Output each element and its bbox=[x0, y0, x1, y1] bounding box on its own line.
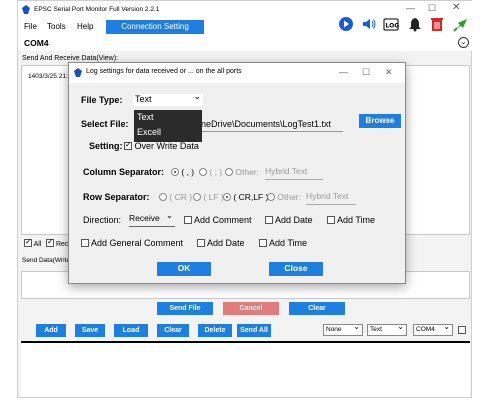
close-button[interactable]: Close bbox=[269, 262, 323, 276]
section-label-send-receive: Send And Receive Data(View): bbox=[22, 55, 118, 62]
add-time2-label: Add Time bbox=[269, 238, 308, 248]
row-separator-label: Row Separator: bbox=[83, 192, 150, 202]
format-select[interactable]: Text bbox=[367, 322, 407, 336]
chevron-down-icon[interactable]: ⌄ bbox=[458, 37, 469, 48]
add-time-label: Add Time bbox=[337, 215, 376, 225]
menu-bar: File Tools Help Connection Setting LOG bbox=[18, 16, 473, 35]
direction-label: Direction: bbox=[83, 215, 122, 225]
load-button[interactable]: Load bbox=[114, 324, 148, 337]
column-other-input[interactable]: Hybrid Text bbox=[265, 166, 323, 180]
toolbar-checkbox[interactable] bbox=[458, 326, 466, 334]
add-date2-label: Add Date bbox=[207, 238, 245, 248]
add-date2-checkbox[interactable]: Add Date bbox=[197, 238, 245, 248]
setting-label: Setting: bbox=[89, 141, 123, 151]
dialog-maximize-button[interactable]: ☐ bbox=[362, 67, 370, 78]
col-opt-other[interactable]: Other: bbox=[225, 167, 259, 177]
chevron-down-icon: ⌄ bbox=[193, 91, 201, 101]
row-opt-crlf[interactable]: ( CR,LF ) bbox=[223, 192, 268, 202]
save-button[interactable]: Save bbox=[75, 324, 105, 337]
port-header: COM4 ⌄ bbox=[18, 35, 473, 51]
app-logo-icon bbox=[74, 68, 82, 77]
row-opt-other-label: Other: bbox=[277, 192, 301, 202]
col-opt-semicolon[interactable]: ( ; ) bbox=[199, 167, 222, 177]
close-window-button[interactable]: ✕ bbox=[452, 2, 460, 13]
trash-icon[interactable] bbox=[429, 16, 445, 32]
col-opt-comma[interactable]: ( , ) bbox=[171, 167, 194, 177]
clear-button[interactable]: Clear bbox=[157, 324, 189, 337]
add-general-comment-checkbox[interactable]: Add General Comment bbox=[81, 238, 183, 248]
rec-label: Rec bbox=[55, 241, 69, 248]
add-button[interactable]: Add bbox=[36, 324, 66, 337]
add-date-checkbox[interactable]: Add Date bbox=[265, 215, 313, 225]
file-type-dropdown-list: Text Excell bbox=[134, 110, 202, 142]
send-file-button[interactable]: Send File bbox=[157, 302, 213, 315]
file-type-select[interactable]: Text ⌄ bbox=[133, 91, 203, 106]
dialog-close-icon[interactable]: ✕ bbox=[385, 67, 393, 78]
direction-value: Receive bbox=[129, 213, 160, 223]
col-opt-other-label: Other: bbox=[235, 167, 259, 177]
overwrite-label: Over Write Data bbox=[134, 141, 199, 151]
command-list[interactable] bbox=[21, 341, 470, 397]
cancel-button[interactable]: Cancel bbox=[223, 302, 279, 315]
window-title: EPSC Serial Port Monitor Full Version 2.… bbox=[34, 6, 160, 13]
add-date-label: Add Date bbox=[275, 215, 313, 225]
bell-icon[interactable] bbox=[407, 16, 423, 32]
dialog-title: Log settings for data received or ... on… bbox=[86, 68, 242, 75]
log-line: 1403/3/25 21:2 bbox=[28, 73, 72, 80]
speaker-icon[interactable] bbox=[361, 16, 377, 32]
port-select[interactable]: COM4 bbox=[413, 322, 453, 336]
option-excell[interactable]: Excell bbox=[134, 125, 202, 140]
menu-file[interactable]: File bbox=[24, 22, 37, 31]
file-type-value: Text bbox=[135, 94, 152, 104]
command-toolbar: Add Save Load Clear Delete Send All None… bbox=[21, 321, 470, 341]
select-file-label: Select File: bbox=[81, 119, 129, 129]
line-ending-select[interactable]: None bbox=[323, 322, 363, 336]
ok-button[interactable]: OK bbox=[157, 262, 211, 276]
maximize-button[interactable]: ☐ bbox=[428, 3, 436, 14]
col-opt-semicolon-label: ( ; ) bbox=[209, 167, 223, 177]
add-comment-checkbox[interactable]: Add Comment bbox=[184, 215, 252, 225]
add-time2-checkbox[interactable]: Add Time bbox=[259, 238, 307, 248]
row-opt-crlf-label: ( CR,LF ) bbox=[233, 192, 269, 202]
port-label: COM4 bbox=[24, 38, 49, 48]
menu-tools[interactable]: Tools bbox=[47, 22, 66, 31]
log-icon[interactable]: LOG bbox=[383, 16, 399, 32]
row-opt-lf[interactable]: ( LF ) bbox=[193, 192, 224, 202]
file-path-field[interactable]: neDrive\Documents\LogTest1.txt bbox=[201, 119, 343, 132]
browse-button[interactable]: Browse bbox=[359, 114, 401, 128]
overwrite-checkbox[interactable]: Over Write Data bbox=[124, 140, 199, 151]
section-label-send: Send Data(Write bbox=[22, 257, 70, 264]
log-settings-dialog: Log settings for data received or ... on… bbox=[68, 62, 406, 284]
dialog-title-bar: Log settings for data received or ... on… bbox=[69, 63, 405, 83]
clear-send-button[interactable]: Clear bbox=[289, 302, 345, 315]
tab-connection-setting[interactable]: Connection Setting bbox=[106, 20, 204, 34]
menu-help[interactable]: Help bbox=[77, 22, 93, 31]
add-general-comment-label: Add General Comment bbox=[91, 238, 184, 248]
play-icon[interactable] bbox=[338, 16, 354, 32]
rec-checkbox[interactable]: Rec bbox=[46, 237, 69, 248]
minimize-button[interactable]: — bbox=[406, 3, 415, 13]
file-type-label: File Type: bbox=[81, 95, 123, 105]
add-comment-label: Add Comment bbox=[194, 215, 252, 225]
column-separator-label: Column Separator: bbox=[83, 167, 165, 177]
chevron-down-icon: ⌄ bbox=[165, 210, 173, 220]
delete-button[interactable]: Delete bbox=[198, 324, 232, 337]
row-opt-cr-label: ( CR ) bbox=[169, 192, 193, 202]
direction-select[interactable]: Receive ⌄ bbox=[129, 210, 175, 227]
option-text[interactable]: Text bbox=[134, 110, 202, 125]
svg-text:LOG: LOG bbox=[386, 23, 400, 30]
row-opt-other[interactable]: Other: bbox=[267, 192, 301, 202]
row-opt-lf-label: ( LF ) bbox=[203, 192, 224, 202]
row-other-input[interactable]: Hybrid Text bbox=[306, 191, 356, 205]
app-logo-icon bbox=[22, 5, 30, 14]
send-all-button[interactable]: Send All bbox=[237, 324, 271, 337]
col-opt-comma-label: ( , ) bbox=[181, 167, 195, 177]
all-label: All bbox=[33, 241, 42, 248]
plug-icon[interactable] bbox=[453, 16, 469, 32]
add-time-checkbox[interactable]: Add Time bbox=[327, 215, 375, 225]
all-checkbox[interactable]: All bbox=[24, 237, 42, 248]
title-bar: EPSC Serial Port Monitor Full Version 2.… bbox=[18, 1, 473, 19]
row-opt-cr[interactable]: ( CR ) bbox=[159, 192, 192, 202]
dialog-minimize-button[interactable]: — bbox=[339, 67, 348, 77]
